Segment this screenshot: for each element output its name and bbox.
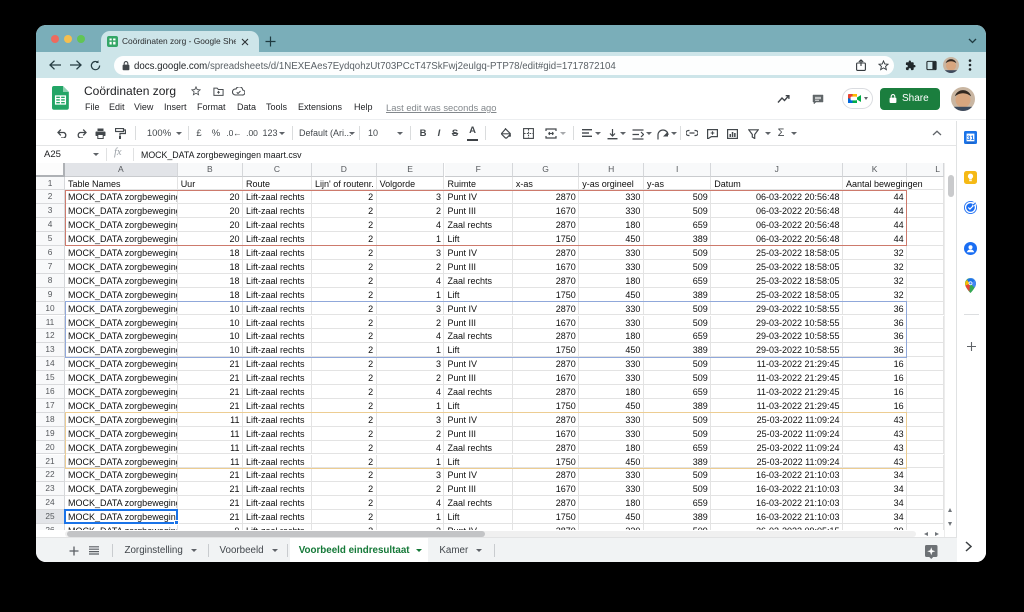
svg-text:31: 31	[967, 135, 975, 142]
